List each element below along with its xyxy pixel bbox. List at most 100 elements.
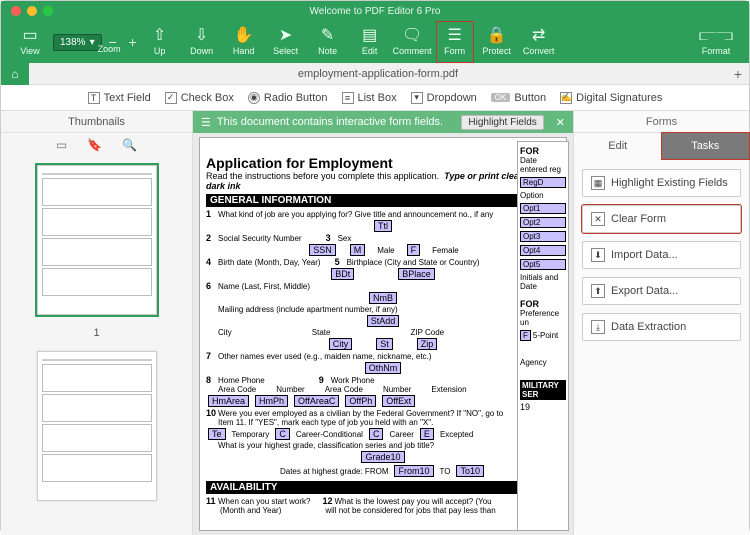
check-box-icon: ✓: [165, 92, 177, 104]
export-icon: ⬆: [591, 284, 605, 298]
highlight-fields-button[interactable]: Highlight Fields: [461, 115, 543, 130]
field-stadd[interactable]: StAdd: [367, 315, 400, 327]
thumbnail-page-1[interactable]: [37, 165, 157, 315]
field-ssn[interactable]: SSN: [309, 244, 336, 256]
form-icon: ☰: [447, 28, 461, 46]
text-field-tool[interactable]: TText Field: [88, 92, 151, 104]
highlight-existing-fields-button[interactable]: ▦Highlight Existing Fields: [582, 169, 741, 197]
field-opt1[interactable]: Opt1: [520, 203, 566, 214]
comment-tool[interactable]: 🗨Comment: [393, 21, 432, 63]
field-bplace[interactable]: BPlace: [398, 268, 435, 280]
extract-icon: ⤓: [591, 320, 605, 334]
field-grade10[interactable]: Grade10: [361, 451, 404, 463]
comment-icon: 🗨: [402, 28, 422, 46]
edit-tool[interactable]: ▤Edit: [351, 21, 389, 63]
pdf-page[interactable]: Header Application for Employment Read t…: [199, 137, 567, 531]
radio-icon: ◉: [248, 92, 260, 104]
field-from10[interactable]: From10: [394, 465, 433, 477]
dropdown-tool[interactable]: ▾Dropdown: [411, 92, 477, 104]
forms-panel-title: Forms: [574, 111, 749, 133]
clear-form-button[interactable]: ✕Clear Form: [582, 205, 741, 233]
up-icon: ⇧: [153, 28, 166, 46]
text-field-icon: T: [88, 92, 100, 104]
lock-icon: 🔒: [487, 28, 507, 46]
down-tool[interactable]: ⇩Down: [183, 21, 221, 63]
tab-tasks[interactable]: Tasks: [662, 133, 750, 159]
thumbnail-page-number: 1: [93, 327, 99, 339]
format-icon: ⫍⫎: [699, 28, 733, 46]
field-offext[interactable]: OffExt: [382, 395, 415, 407]
field-c[interactable]: C: [369, 428, 384, 440]
field-te[interactable]: Te: [208, 428, 226, 440]
convert-tool[interactable]: ⇄Convert: [520, 21, 558, 63]
window-titlebar: Welcome to PDF Editor 6 Pro: [1, 1, 749, 21]
check-box-tool[interactable]: ✓Check Box: [165, 92, 234, 104]
bookmarks-tab-icon[interactable]: 🔖: [87, 138, 102, 152]
data-extraction-button[interactable]: ⤓Data Extraction: [582, 313, 741, 341]
banner-text: This document contains interactive form …: [217, 116, 443, 128]
field-nmb[interactable]: NmB: [369, 292, 397, 304]
field-hmarea[interactable]: HmArea: [208, 395, 249, 407]
zoom-label: Zoom: [98, 44, 121, 54]
note-icon: ✎: [321, 28, 334, 46]
field-opt4[interactable]: Opt4: [520, 245, 566, 256]
field-offph[interactable]: OffPh: [345, 395, 376, 407]
field-5f[interactable]: F: [520, 330, 531, 341]
field-ttl[interactable]: Ttl: [374, 220, 392, 232]
convert-icon: ⇄: [532, 28, 545, 46]
document-viewer: ☰ This document contains interactive for…: [193, 111, 573, 535]
protect-tool[interactable]: 🔒Protect: [478, 21, 516, 63]
form-tool[interactable]: ☰Form: [436, 21, 474, 63]
field-cc[interactable]: C: [275, 428, 290, 440]
thumbnails-panel: Thumbnails ▭ 🔖 🔍 1: [1, 111, 193, 535]
document-title: employment-application-form.pdf: [29, 68, 727, 80]
zoom-value[interactable]: 138%▾: [53, 34, 102, 51]
import-data-button[interactable]: ⬇Import Data...: [582, 241, 741, 269]
highlight-icon: ▦: [591, 176, 605, 190]
up-tool[interactable]: ⇧Up: [141, 21, 179, 63]
field-opt3[interactable]: Opt3: [520, 231, 566, 242]
select-tool[interactable]: ➤Select: [267, 21, 305, 63]
thumbnails-tab-icon[interactable]: ▭: [56, 138, 67, 152]
export-data-button[interactable]: ⬆Export Data...: [582, 277, 741, 305]
section-availability: AVAILABILITY: [206, 481, 560, 494]
field-bdt[interactable]: BDt: [331, 268, 354, 280]
cursor-icon: ➤: [279, 28, 292, 46]
new-tab-button[interactable]: +: [727, 66, 749, 82]
field-opt5[interactable]: Opt5: [520, 259, 566, 270]
button-tool[interactable]: OKButton: [491, 92, 546, 104]
down-icon: ⇩: [195, 28, 208, 46]
forms-panel: Forms Edit Tasks ▦Highlight Existing Fie…: [573, 111, 749, 535]
field-regd[interactable]: RegD: [520, 177, 566, 188]
search-tab-icon[interactable]: 🔍: [122, 138, 137, 152]
field-f[interactable]: F: [407, 244, 421, 256]
radio-button-tool[interactable]: ◉Radio Button: [248, 92, 328, 104]
format-tool[interactable]: ⫍⫎Format: [697, 21, 735, 63]
home-button[interactable]: ⌂: [1, 63, 29, 85]
zoom-in-button[interactable]: +: [124, 33, 142, 51]
field-opt2[interactable]: Opt2: [520, 217, 566, 228]
hand-icon: ✋: [234, 28, 254, 46]
field-m[interactable]: M: [350, 244, 366, 256]
document-tab-bar: ⌂ employment-application-form.pdf +: [1, 63, 749, 85]
field-st[interactable]: St: [376, 338, 393, 350]
field-city[interactable]: City: [329, 338, 353, 350]
hand-tool[interactable]: ✋Hand: [225, 21, 263, 63]
signature-icon: ✍: [560, 92, 572, 104]
field-zip[interactable]: Zip: [417, 338, 438, 350]
tab-edit[interactable]: Edit: [574, 133, 662, 159]
digital-signatures-tool[interactable]: ✍Digital Signatures: [560, 92, 662, 104]
view-label: View: [20, 46, 39, 56]
field-hmph[interactable]: HmPh: [255, 395, 288, 407]
list-box-tool[interactable]: ≡List Box: [342, 92, 397, 104]
form-banner-icon: ☰: [201, 116, 211, 129]
field-othnm[interactable]: OthNm: [365, 362, 402, 374]
view-tool[interactable]: ▭View: [11, 21, 49, 63]
thumbnail-page-2[interactable]: [37, 351, 157, 501]
banner-close-button[interactable]: ✕: [556, 116, 565, 129]
field-offareac[interactable]: OffAreaC: [294, 395, 339, 407]
note-tool[interactable]: ✎Note: [309, 21, 347, 63]
pdf-right-column: FOR Date entered reg RegD Option Opt1 Op…: [517, 141, 569, 531]
field-to10[interactable]: To10: [456, 465, 484, 477]
field-e[interactable]: E: [420, 428, 434, 440]
